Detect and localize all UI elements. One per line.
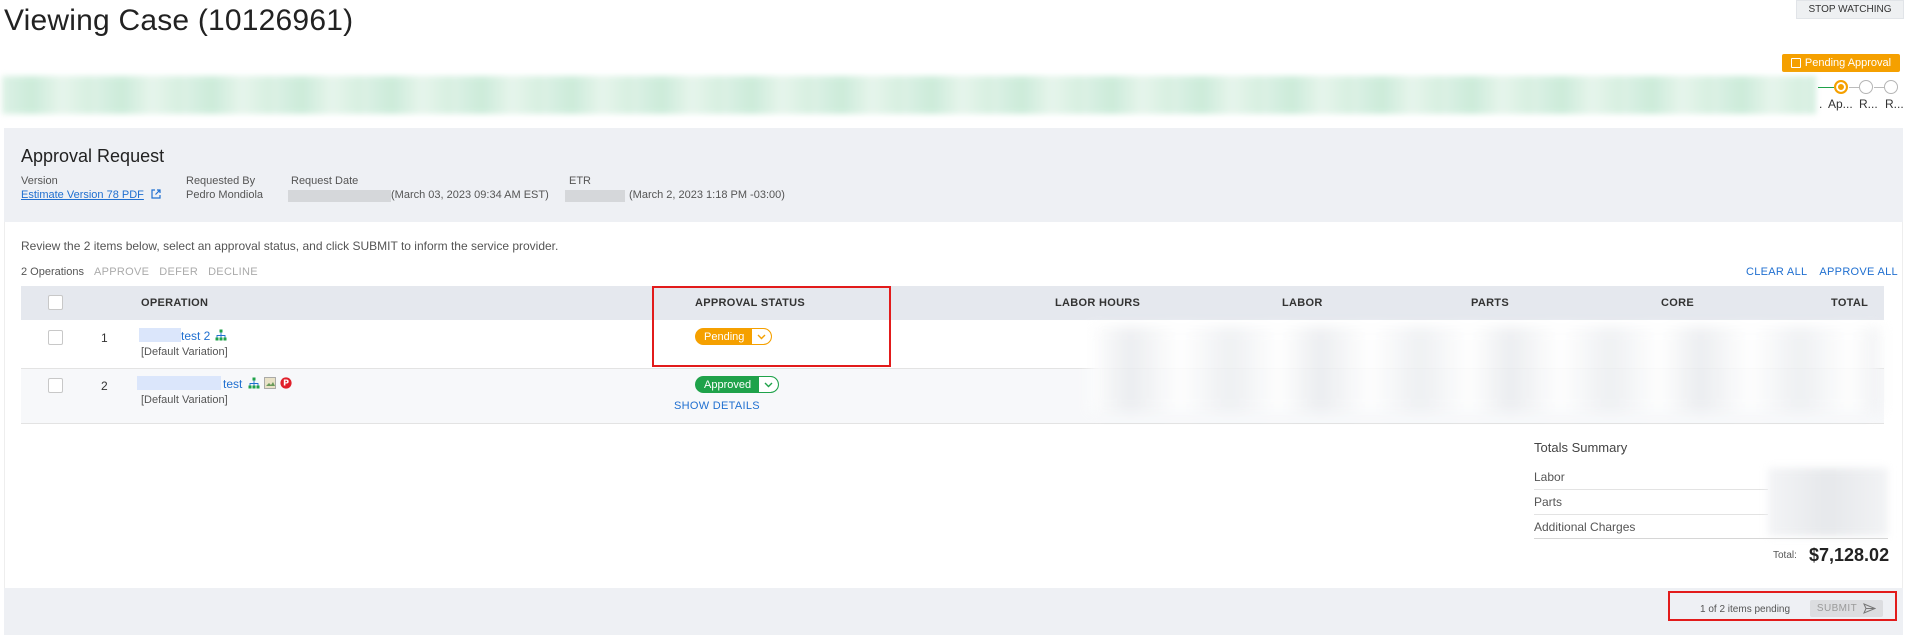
stepper-step-approval[interactable] <box>1834 80 1848 94</box>
totals-parts-label: Parts <box>1534 495 1768 515</box>
stop-watching-button[interactable]: STOP WATCHING <box>1796 0 1904 19</box>
approval-request-title: Approval Request <box>21 146 165 166</box>
divider <box>1534 538 1888 539</box>
stepper-label: R... <box>1885 97 1904 111</box>
approve-selected-button[interactable]: APPROVE <box>94 266 149 278</box>
redacted-value <box>565 190 625 202</box>
etr-value: (March 2, 2023 1:18 PM -03:00) <box>629 189 785 201</box>
bulk-actions: CLEAR ALL APPROVE ALL <box>1746 266 1898 278</box>
column-header-core: CORE <box>1661 297 1694 309</box>
operations-bar: 2 Operations APPROVE DEFER DECLINE <box>21 266 258 278</box>
estimate-pdf-link[interactable]: Estimate Version 78 PDF <box>21 189 144 201</box>
stepper-line <box>1849 87 1859 88</box>
version-label: Version <box>21 175 58 187</box>
highlight-submit-area <box>1668 591 1897 621</box>
row-number: 1 <box>101 331 108 345</box>
grand-total-label: Total: <box>1773 550 1797 561</box>
row-checkbox[interactable] <box>48 378 63 393</box>
row-checkbox[interactable] <box>48 330 63 345</box>
instructions-text: Review the 2 items below, select an appr… <box>21 239 559 253</box>
approve-all-button[interactable]: APPROVE ALL <box>1819 266 1898 278</box>
hierarchy-icon <box>248 377 260 389</box>
requested-by-label: Requested By <box>186 175 256 187</box>
redacted-value <box>137 376 221 390</box>
totals-labor-label: Labor <box>1534 470 1768 490</box>
etr-label: ETR <box>569 175 591 187</box>
external-link-icon <box>151 189 161 199</box>
variation-label: [Default Variation] <box>141 346 228 358</box>
request-date-value: (March 03, 2023 09:34 AM EST) <box>391 189 549 201</box>
requested-by-value: Pedro Mondiola <box>186 189 264 201</box>
column-header-total: TOTAL <box>1831 297 1869 309</box>
stepper-step-3[interactable] <box>1859 80 1873 94</box>
defer-selected-button[interactable]: DEFER <box>159 266 198 278</box>
redacted-value <box>139 328 181 342</box>
status-badge-label: Pending Approval <box>1804 57 1892 69</box>
stepper-label: Ap... <box>1828 97 1853 111</box>
totals-summary-title: Totals Summary <box>1534 440 1628 455</box>
column-header-labor-hours: LABOR HOURS <box>1055 297 1141 309</box>
version-link-wrap[interactable]: Estimate Version 78 PDF <box>21 189 161 201</box>
request-date-label: Request Date <box>291 175 359 187</box>
redacted-cost-values <box>1090 327 1880 412</box>
stepper-step-4[interactable] <box>1884 80 1898 94</box>
column-header-labor: LABOR <box>1282 297 1323 309</box>
operation-name-link[interactable]: test 2 <box>181 329 210 343</box>
operation-name-link[interactable]: test <box>223 377 242 391</box>
stepper-label: . <box>1819 97 1823 111</box>
decline-selected-button[interactable]: DECLINE <box>208 266 258 278</box>
approval-status-value: Approved <box>704 378 752 391</box>
svg-text:P: P <box>283 379 289 388</box>
status-badge: Pending Approval <box>1782 54 1900 72</box>
column-header-parts: PARTS <box>1471 297 1509 309</box>
select-all-checkbox[interactable] <box>48 295 63 310</box>
redacted-progress-band <box>2 76 1816 114</box>
image-icon <box>264 377 276 389</box>
parts-badge-icon: P <box>280 377 292 389</box>
approval-footer <box>4 588 1903 635</box>
totals-additional-charges-label: Additional Charges <box>1534 520 1636 534</box>
stepper-label: R... <box>1859 97 1878 111</box>
grand-total-value: $7,128.02 <box>1809 545 1890 565</box>
stepper-line <box>1874 87 1884 88</box>
workflow-stepper: . Ap... R... R... <box>1816 79 1909 113</box>
stepper-line <box>1818 87 1834 88</box>
approval-request-header: Approval Request Version Estimate Versio… <box>4 128 1903 222</box>
operations-count: 2 Operations <box>21 266 84 278</box>
highlight-approval-status <box>652 286 891 367</box>
clipboard-icon <box>1790 58 1801 68</box>
row-number: 2 <box>101 379 108 393</box>
page-title: Viewing Case (10126961) <box>4 4 354 37</box>
show-details-link[interactable]: SHOW DETAILS <box>674 400 760 412</box>
clear-all-button[interactable]: CLEAR ALL <box>1746 266 1807 278</box>
redacted-totals-values <box>1768 468 1888 536</box>
table-header: OPERATION APPROVAL STATUS LABOR HOURS LA… <box>21 286 1884 320</box>
column-header-operation: OPERATION <box>141 297 209 309</box>
hierarchy-icon <box>215 329 227 341</box>
chevron-down-icon <box>759 377 779 392</box>
redacted-value <box>288 190 391 202</box>
approval-status-dropdown[interactable]: Approved <box>695 376 780 393</box>
variation-label: [Default Variation] <box>141 394 228 406</box>
